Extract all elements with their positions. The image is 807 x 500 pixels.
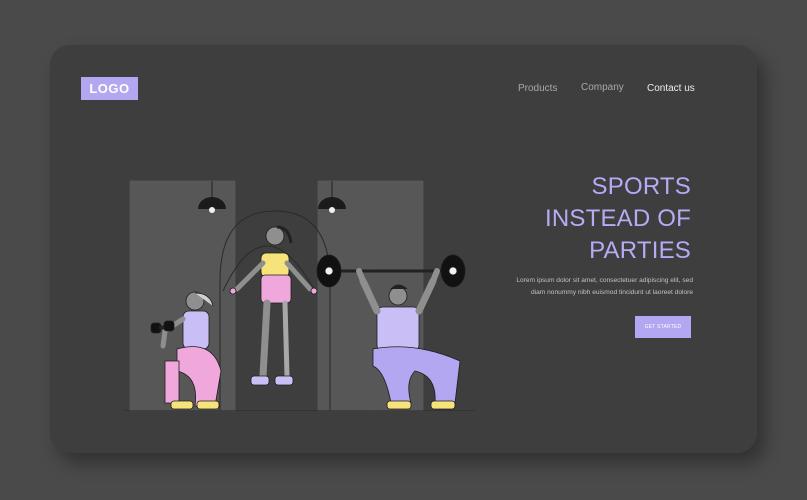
landing-page-card: LOGO Products Company Contact us SPORTS …: [50, 45, 757, 453]
get-started-button[interactable]: GET STARTED: [635, 316, 691, 338]
nav-company-link[interactable]: Company: [581, 82, 624, 93]
headline-line: SPORTS: [591, 173, 691, 200]
hero-headline: SPORTS INSTEAD OF PARTIES: [545, 171, 691, 267]
gym-illustration: [123, 180, 475, 411]
jump-rope-woman-figure: [222, 225, 318, 386]
nav-products-link[interactable]: Products: [518, 83, 557, 94]
hero-description: Lorem ipsum dolor sit amet, consectetuer…: [509, 275, 693, 299]
headline-line: PARTIES: [589, 237, 691, 264]
logo[interactable]: LOGO: [81, 77, 138, 100]
headline-line: INSTEAD OF: [544, 205, 691, 232]
description-line: diam nonummy nibh euismod tincidunt ut l…: [530, 289, 693, 296]
nav-contact-link[interactable]: Contact us: [647, 83, 695, 94]
description-line: Lorem ipsum dolor sit amet, consectetuer…: [516, 277, 693, 284]
